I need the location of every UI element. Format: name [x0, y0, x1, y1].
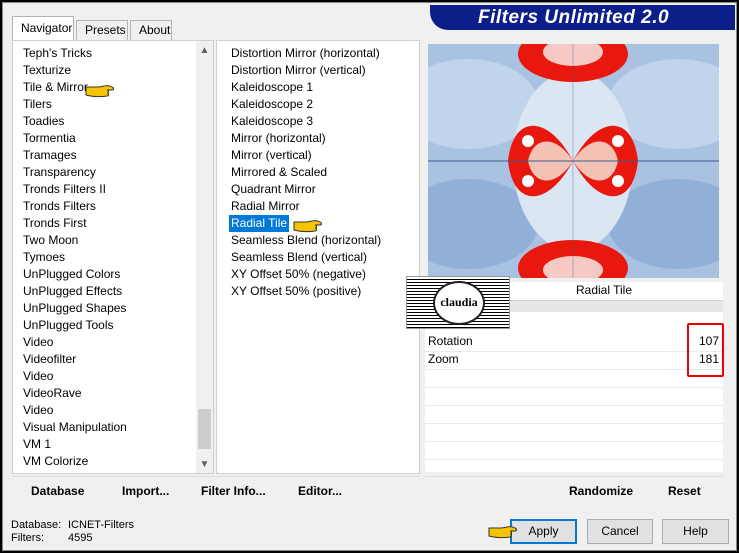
category-item[interactable]: Two Moon [23, 232, 78, 249]
filter-item[interactable]: Distortion Mirror (horizontal) [229, 45, 382, 62]
category-item[interactable]: Video [23, 368, 53, 385]
category-item[interactable]: Tormentia [23, 130, 76, 147]
filter-item[interactable]: XY Offset 50% (positive) [229, 283, 363, 300]
filter-item[interactable]: Seamless Blend (horizontal) [229, 232, 383, 249]
reset-button[interactable]: Reset [668, 480, 701, 502]
category-item[interactable]: Tramages [23, 147, 77, 164]
category-item[interactable]: Teph's Tricks [23, 45, 92, 62]
database-label: Database: [11, 519, 62, 531]
filter-item[interactable]: Mirror (vertical) [229, 147, 314, 164]
category-item[interactable]: UnPlugged Effects [23, 283, 122, 300]
slider-track[interactable] [425, 387, 723, 388]
chevron-up-icon[interactable]: ▲ [196, 42, 213, 59]
filter-item[interactable]: Kaleidoscope 1 [229, 79, 315, 96]
filter-item[interactable]: Kaleidoscope 3 [229, 113, 315, 130]
help-button[interactable]: Help [662, 519, 729, 544]
database-value: ICNET-Filters [68, 519, 134, 531]
filter-list[interactable]: Distortion Mirror (horizontal) Distortion… [216, 40, 420, 474]
filters-count: 4595 [68, 532, 93, 544]
category-item[interactable]: Tile & Mirror [23, 79, 88, 96]
category-item[interactable]: UnPlugged Shapes [23, 300, 126, 317]
watermark-logo: claudia [406, 276, 510, 329]
category-scrollbar[interactable]: ▲ ▼ [196, 41, 213, 473]
slider-track[interactable] [425, 423, 723, 424]
slider-track[interactable] [425, 459, 723, 460]
pointing-hand-icon [85, 85, 114, 98]
filter-item[interactable]: Radial Mirror [229, 198, 302, 215]
filter-info-button[interactable]: Filter Info... [201, 480, 266, 502]
slider-track[interactable] [425, 405, 723, 406]
category-item[interactable]: Transparency [23, 164, 96, 181]
tab-about[interactable]: About [130, 20, 172, 40]
watermark-disc: claudia [433, 281, 485, 325]
filter-item[interactable]: Mirrored & Scaled [229, 164, 329, 181]
param-label: Zoom [428, 352, 459, 366]
apply-button[interactable]: Apply [510, 519, 577, 544]
tab-navigator[interactable]: Navigator [12, 16, 74, 40]
param-label: Rotation [428, 334, 473, 348]
filter-item[interactable]: XY Offset 50% (negative) [229, 266, 368, 283]
category-item[interactable]: Toadies [23, 113, 64, 130]
category-item[interactable]: Videofilter [23, 351, 76, 368]
param-row-zoom[interactable]: Zoom 181 [425, 350, 723, 368]
category-item[interactable]: UnPlugged Tools [23, 317, 114, 334]
pointing-hand-icon [293, 220, 322, 233]
category-item[interactable]: Tilers [23, 96, 52, 113]
filter-item[interactable]: Seamless Blend (vertical) [229, 249, 369, 266]
slider-track[interactable] [425, 369, 723, 370]
category-item[interactable]: VideoRave [23, 385, 82, 402]
category-item[interactable]: UnPlugged Colors [23, 266, 120, 283]
category-item[interactable]: Video [23, 334, 53, 351]
pointing-hand-icon [488, 526, 517, 539]
filters-status: Filters: 4595 [11, 532, 92, 545]
category-item[interactable]: Visual Manipulation [23, 419, 127, 436]
preview-artwork [428, 44, 719, 278]
category-item[interactable]: Tymoes [23, 249, 65, 266]
watermark-text: claudia [440, 295, 478, 309]
import-button[interactable]: Import... [122, 480, 170, 502]
filter-item[interactable]: Distortion Mirror (vertical) [229, 62, 368, 79]
highlight-box [687, 323, 724, 377]
filter-item[interactable]: Kaleidoscope 2 [229, 96, 315, 113]
database-button[interactable]: Database [31, 480, 85, 502]
app-title: Filters Unlimited 2.0 [478, 7, 670, 28]
category-list[interactable]: ▲ ▼ Teph's Tricks Texturize Tile & Mirror T… [12, 40, 214, 474]
editor-button[interactable]: Editor... [298, 480, 343, 502]
randomize-button[interactable]: Randomize [569, 480, 634, 502]
filter-item[interactable]: Quadrant Mirror [229, 181, 318, 198]
filter-item-selected[interactable]: Radial Tile [229, 215, 290, 232]
filters-label: Filters: [11, 532, 44, 544]
category-item[interactable]: VM Colorize [23, 453, 88, 470]
slider-track[interactable] [425, 441, 723, 442]
category-item[interactable]: VM 1 [23, 436, 51, 453]
slider-track[interactable] [425, 351, 723, 352]
category-item[interactable]: Tronds Filters [23, 198, 96, 215]
database-status: Database: ICNET-Filters [11, 519, 134, 532]
category-item[interactable]: Tronds Filters II [23, 181, 106, 198]
category-item[interactable]: Texturize [23, 62, 71, 79]
param-row-rotation[interactable]: Rotation 107 [425, 332, 723, 350]
filter-item[interactable]: Mirror (horizontal) [229, 130, 328, 147]
category-item[interactable]: Video [23, 402, 53, 419]
tab-presets[interactable]: Presets [76, 20, 128, 40]
scrollbar-thumb[interactable] [198, 409, 211, 449]
cancel-button[interactable]: Cancel [587, 519, 653, 544]
preview-image [428, 44, 719, 278]
category-item[interactable]: Tronds First [23, 215, 87, 232]
chevron-down-icon[interactable]: ▼ [196, 456, 213, 473]
